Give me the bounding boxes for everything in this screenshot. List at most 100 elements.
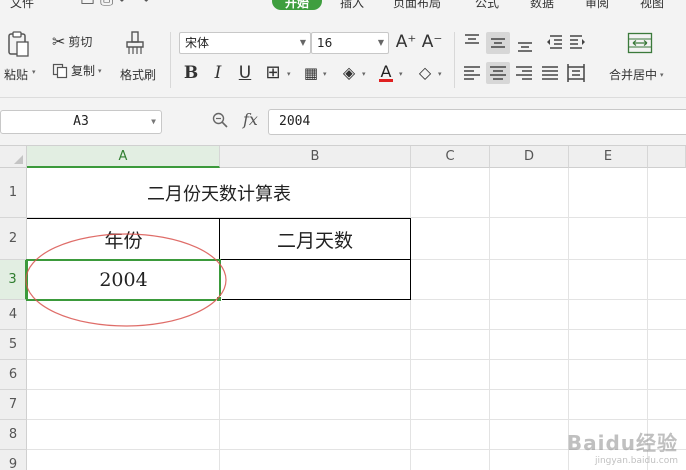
menu-data[interactable]: 数据 (530, 0, 554, 11)
paint-bucket-icon: ◈ (342, 63, 356, 82)
increase-font-button[interactable]: A⁺ (395, 31, 417, 53)
chevron-down-icon: ▼ (151, 117, 156, 126)
formula-bar: A3 ▼ fx 2004 (0, 98, 686, 146)
fill-color-dropdown-icon[interactable]: ▾ (362, 70, 366, 78)
merge-center-button[interactable]: 合并居中 ▾ (609, 66, 664, 83)
decrease-font-button[interactable]: A⁻ (421, 31, 443, 53)
cell-style-dropdown-icon[interactable]: ▾ (323, 70, 327, 78)
row-header-9[interactable]: 9 (0, 450, 27, 470)
row-header-6[interactable]: 6 (0, 360, 27, 390)
formula-input[interactable]: 2004 (268, 109, 686, 135)
borders-button[interactable]: ⊞ (262, 62, 284, 84)
cell-selection-outline (26, 259, 221, 301)
spreadsheet-grid: A B C D E 1 2 3 4 5 6 7 8 9 二月份天数计算表 年份 … (0, 146, 686, 470)
menu-file[interactable]: 文件 (10, 0, 34, 11)
row-header-4[interactable]: 4 (0, 300, 27, 330)
gridline (489, 168, 490, 470)
clipboard-icon (8, 31, 29, 57)
column-header-a[interactable]: A (27, 146, 220, 168)
copy-button[interactable]: 复制 ▾ (52, 62, 102, 79)
select-all-corner[interactable] (0, 146, 27, 168)
scissors-icon: ✂ (52, 32, 66, 51)
format-painter-button[interactable] (124, 30, 146, 56)
font-size-select[interactable]: 16 ▼ (311, 32, 389, 54)
insert-function-icon[interactable]: fx (243, 110, 258, 129)
font-color-bar (379, 79, 393, 82)
watermark: Baidu经验 jingyan.baidu.com (567, 427, 678, 466)
font-color-button[interactable]: A (375, 61, 397, 83)
cell-b2[interactable]: 二月天数 (220, 219, 410, 259)
gridline (27, 329, 686, 330)
menu-view[interactable]: 视图 (640, 0, 664, 11)
align-right-button[interactable] (514, 60, 538, 82)
paste-button[interactable] (5, 30, 31, 58)
fill-handle[interactable] (216, 296, 222, 302)
ribbon: 粘贴 ▾ ✂ 剪切 复制 ▾ 格式刷 宋体 ▼ 16 ▼ A⁺ A⁻ B I U… (0, 12, 686, 98)
font-color-dropdown-icon[interactable]: ▾ (399, 70, 403, 78)
borders-dropdown-icon[interactable]: ▾ (287, 70, 291, 78)
align-left-button[interactable] (460, 60, 484, 82)
name-box[interactable]: A3 ▼ (0, 110, 162, 134)
menu-page-layout[interactable]: 页面布局 (393, 0, 441, 11)
chevron-down-icon: ▼ (299, 38, 306, 47)
column-header-d[interactable]: D (490, 146, 569, 168)
cut-button[interactable]: ✂ 剪切 (52, 32, 92, 51)
distribute-button[interactable] (566, 60, 590, 82)
cell-style-icon: ▦ (303, 64, 319, 82)
cell-a1-title[interactable]: 二月份天数计算表 (28, 168, 410, 217)
copy-dropdown-icon[interactable]: ▾ (98, 67, 102, 75)
menu-bar: 文件 ▭ ⎙ ↶ ↷ 开始 插入 页面布局 公式 数据 审阅 视图 (0, 0, 686, 12)
watermark-url: jingyan.baidu.com (594, 456, 678, 466)
ribbon-separator (170, 32, 171, 88)
row-header-2[interactable]: 2 (0, 218, 27, 260)
cut-label: 剪切 (68, 35, 93, 49)
cell-a2[interactable]: 年份 (28, 219, 219, 259)
increase-indent-button[interactable] (570, 30, 594, 52)
border-grid-icon: ⊞ (265, 62, 281, 83)
row-header-7[interactable]: 7 (0, 390, 27, 420)
row-header-5[interactable]: 5 (0, 330, 27, 360)
underline-button[interactable]: U (234, 62, 256, 84)
toolbar-quick-icons: ▭ ⎙ ↶ ↷ (80, 0, 150, 10)
column-header-b[interactable]: B (220, 146, 411, 168)
menu-formulas[interactable]: 公式 (475, 0, 499, 11)
font-name-value: 宋体 (185, 36, 210, 50)
align-middle-button[interactable] (488, 30, 512, 52)
column-header-e[interactable]: E (569, 146, 648, 168)
decrease-font-icon: A⁻ (421, 32, 443, 52)
gridline (647, 168, 648, 470)
cell-b3[interactable] (220, 261, 410, 299)
paintbrush-icon (126, 31, 144, 54)
paste-dropdown-icon[interactable]: ▾ (32, 68, 36, 76)
column-header-c[interactable]: C (411, 146, 490, 168)
copy-label: 复制 (71, 64, 96, 78)
eraser-icon: ◇ (418, 63, 432, 82)
align-center-button[interactable] (486, 60, 510, 82)
cell-style-button[interactable]: ▦ (300, 62, 322, 84)
zoom-icon[interactable] (212, 112, 228, 128)
table-border (410, 218, 411, 300)
clear-button[interactable]: ◇ (414, 62, 436, 84)
font-name-select[interactable]: 宋体 ▼ (179, 32, 311, 54)
menu-home-tab[interactable]: 开始 (272, 0, 322, 10)
chevron-down-icon: ▼ (377, 38, 384, 47)
increase-font-icon: A⁺ (395, 32, 417, 52)
align-bottom-button[interactable] (516, 30, 540, 52)
row-header-8[interactable]: 8 (0, 420, 27, 450)
gridline (27, 389, 686, 390)
column-header-f[interactable] (648, 146, 686, 168)
bold-button[interactable]: B (180, 62, 202, 84)
clear-dropdown-icon[interactable]: ▾ (438, 70, 442, 78)
menu-insert[interactable]: 插入 (340, 0, 364, 11)
italic-button[interactable]: I (207, 62, 229, 84)
justify-button[interactable] (540, 60, 564, 82)
gridline (27, 359, 686, 360)
row-header-3[interactable]: 3 (0, 260, 27, 300)
decrease-indent-button[interactable] (544, 30, 568, 52)
menu-review[interactable]: 审阅 (585, 0, 609, 11)
merge-center-label: 合并居中 (609, 68, 658, 82)
row-header-1[interactable]: 1 (0, 168, 27, 218)
merge-center-icon (627, 32, 653, 54)
gridline (27, 419, 686, 420)
fill-color-button[interactable]: ◈ (338, 62, 360, 84)
